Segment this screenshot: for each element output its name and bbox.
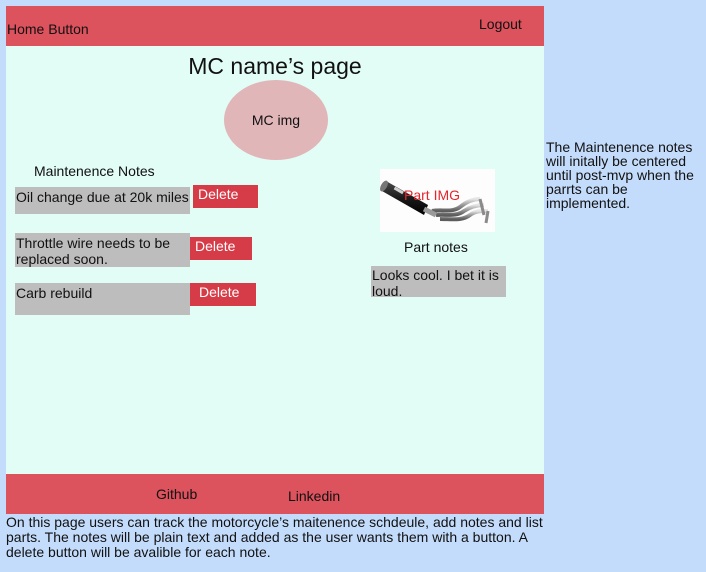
- part-notes-title: Part notes: [404, 239, 468, 255]
- motorcycle-image-label: MC img: [251, 112, 301, 128]
- linkedin-link[interactable]: Linkedin: [288, 488, 340, 504]
- part-note-text: Looks cool. I bet it is loud.: [372, 267, 499, 299]
- note-text: Throttle wire needs to be replaced soon.: [16, 235, 171, 267]
- note-item: Oil change due at 20k miles: [15, 187, 190, 214]
- note-item: Carb rebuild: [15, 283, 190, 315]
- delete-note-button[interactable]: Delete: [193, 185, 258, 208]
- maintenance-notes-title: Maintenence Notes: [34, 163, 155, 179]
- part-image-label: Part IMG: [404, 187, 461, 203]
- note-text: Oil change due at 20k miles: [16, 189, 189, 205]
- delete-note-button[interactable]: Delete: [190, 283, 256, 306]
- page-description: On this page users can track the motorcy…: [6, 514, 543, 560]
- page-title: MC name’s page: [188, 53, 362, 79]
- github-link[interactable]: Github: [156, 486, 197, 502]
- logout-button[interactable]: Logout: [479, 16, 522, 32]
- part-image: Part IMG: [380, 169, 495, 232]
- note-text: Carb rebuild: [16, 285, 93, 301]
- header-bar: Home Button Logout: [6, 6, 544, 46]
- footer-bar: Github Linkedin: [6, 474, 544, 514]
- home-button[interactable]: Home Button: [7, 21, 89, 37]
- motorcycle-image: MC img: [224, 80, 328, 160]
- note-item: Throttle wire needs to be replaced soon.: [15, 233, 190, 267]
- side-annotation: The Maintenence notes will initally be c…: [546, 139, 694, 211]
- page-frame: Home Button Logout MC name’s page MC img…: [6, 6, 544, 514]
- delete-note-button[interactable]: Delete: [190, 237, 252, 260]
- part-note-item: Looks cool. I bet it is loud.: [371, 266, 506, 299]
